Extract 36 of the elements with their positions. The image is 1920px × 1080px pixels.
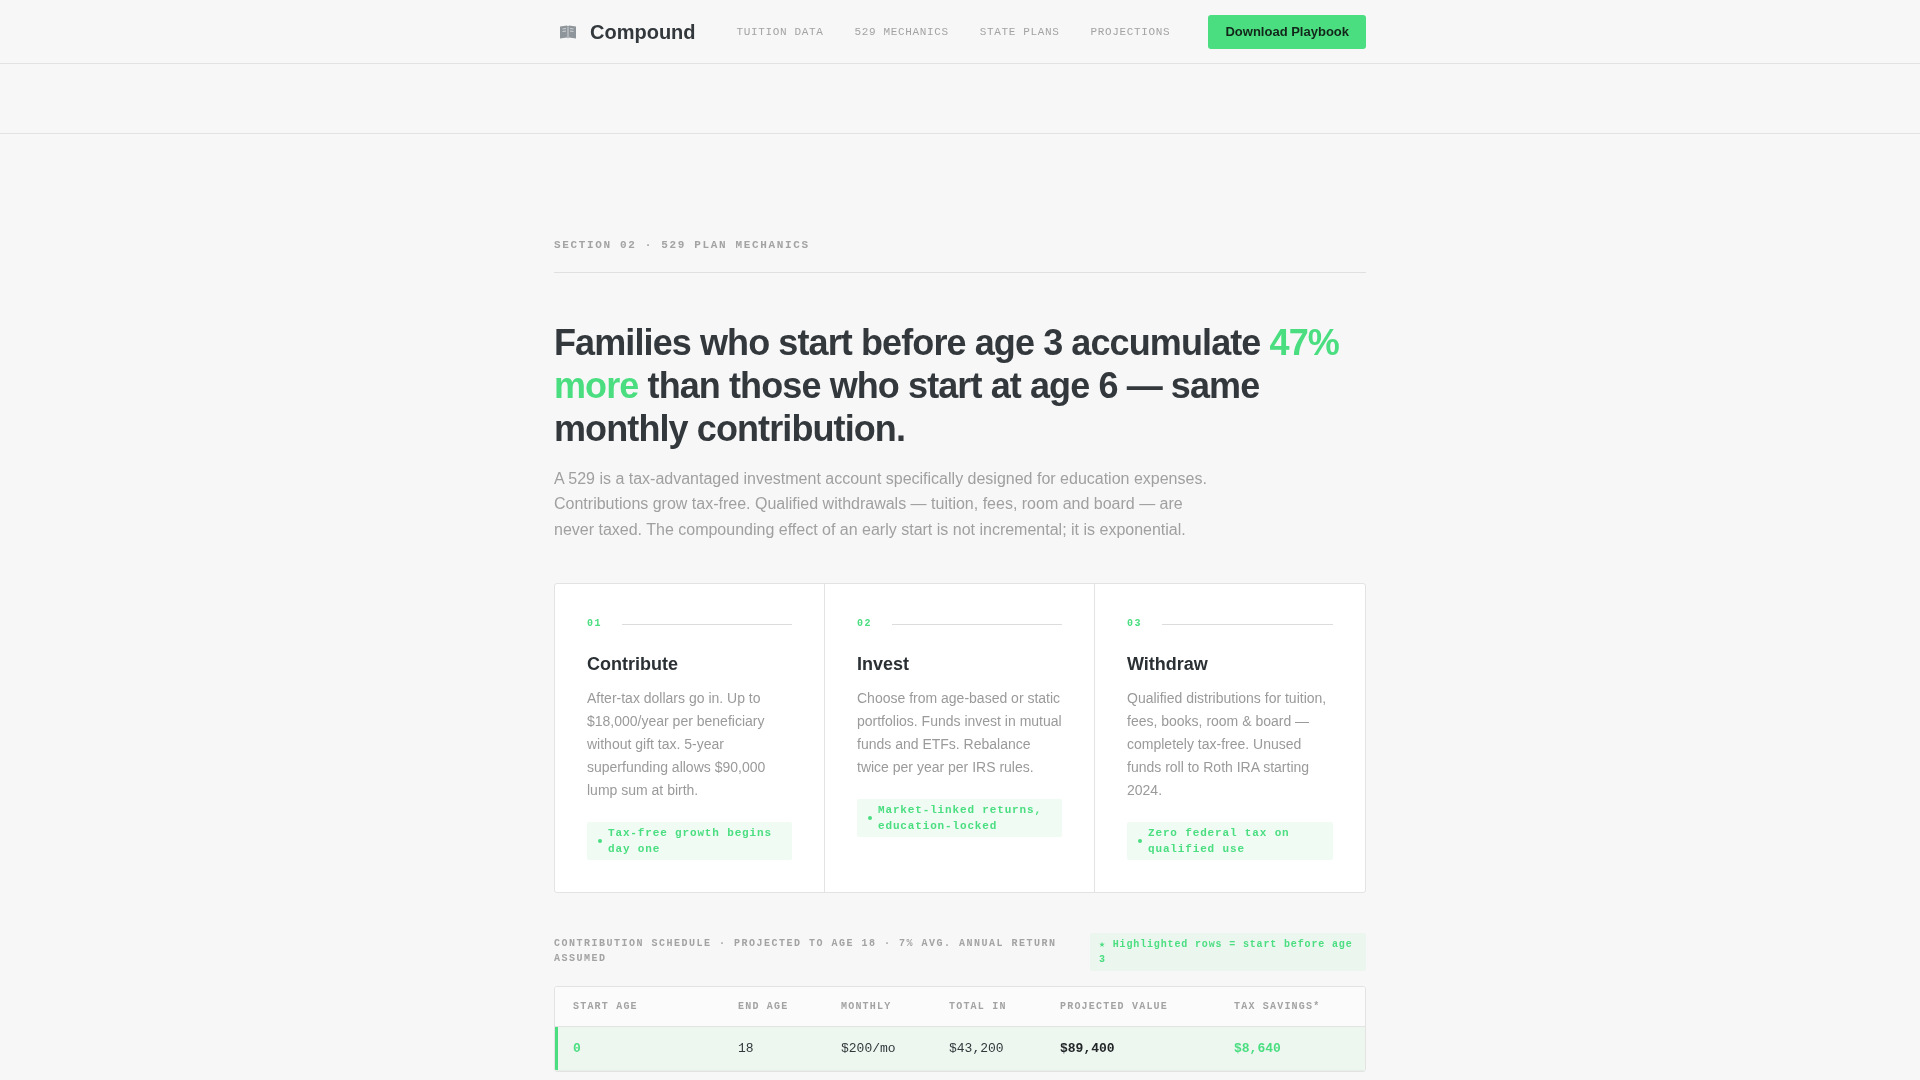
step-number: 01 (587, 617, 602, 632)
table-cell-text: 18 (737, 1039, 755, 1058)
step-title: Contribute (587, 653, 679, 677)
table-cell-text: 0 (572, 1039, 582, 1058)
nav-link[interactable]: 529 MECHANICS (854, 23, 949, 40)
nav-link[interactable]: TUITION DATA (736, 23, 824, 40)
step-description: Choose from age-based or static portfolios. Funds invest in mutual funds and ETFs. Rebalance twice per year per IRS rules. (857, 689, 1062, 778)
table-cell-text: $89,400 (1059, 1039, 1116, 1058)
column-header: END AGE (737, 999, 790, 1014)
step-description: After-tax dollars go in. Up to $18,000/year per beneficiary without gift tax. 5-year superfunding allows $90,000 lump sum at birth. (587, 689, 767, 801)
book-icon (560, 24, 576, 39)
legend-note: ★ Highlighted rows = start before age 3 (1090, 933, 1366, 972)
tag-text: Zero federal tax on qualified use (1148, 826, 1291, 858)
table-cell-text: $43,200 (948, 1039, 1005, 1058)
step-title: Invest (857, 653, 911, 677)
brand-name[interactable]: Compound (590, 17, 696, 46)
column-header: TOTAL IN (948, 999, 1008, 1014)
nav-link[interactable]: STATE PLANS (979, 23, 1060, 40)
step-title: Withdraw (1127, 653, 1209, 677)
headline: Families who start before age 3 accumulate 47% more than those who start at age 6 — same monthly contribution. (554, 321, 1340, 451)
table-caption: CONTRIBUTION SCHEDULE · PROJECTED TO AGE 18 · 7% AVG. ANNUAL RETURN ASSUMED (554, 937, 1058, 967)
column-header: MONTHLY (840, 999, 893, 1014)
section-label: SECTION 02 · 529 PLAN MECHANICS (554, 238, 811, 253)
column-header: PROJECTED VALUE (1059, 999, 1169, 1014)
step-description: Qualified distributions for tuition, fees, books, room & board — completely tax-free. Unused funds roll to Roth IRA starting 2024. (1127, 689, 1328, 801)
column-header: START AGE (572, 999, 639, 1014)
table-cell-text: $8,640 (1233, 1039, 1282, 1058)
tag-text: Market-linked returns, education-locked (878, 803, 1043, 835)
step-number: 02 (857, 617, 872, 632)
nav-link[interactable]: PROJECTIONS (1090, 23, 1171, 40)
download-button[interactable]: Download Playbook (1208, 14, 1366, 49)
tag-text: Tax-free growth begins day one (608, 826, 773, 858)
table-cell-text: $200/mo (840, 1039, 897, 1058)
step-number: 03 (1127, 617, 1142, 632)
column-header: TAX SAVINGS* (1233, 999, 1322, 1014)
intro-paragraph: A 529 is a tax-advantaged investment account specifically designed for education expenses. Contributions grow tax-free. Qualified withdrawals — tuition, fees, room and board — are never taxed. The compounding effect of an early start is not incremental; it is exponential. (554, 468, 1208, 540)
